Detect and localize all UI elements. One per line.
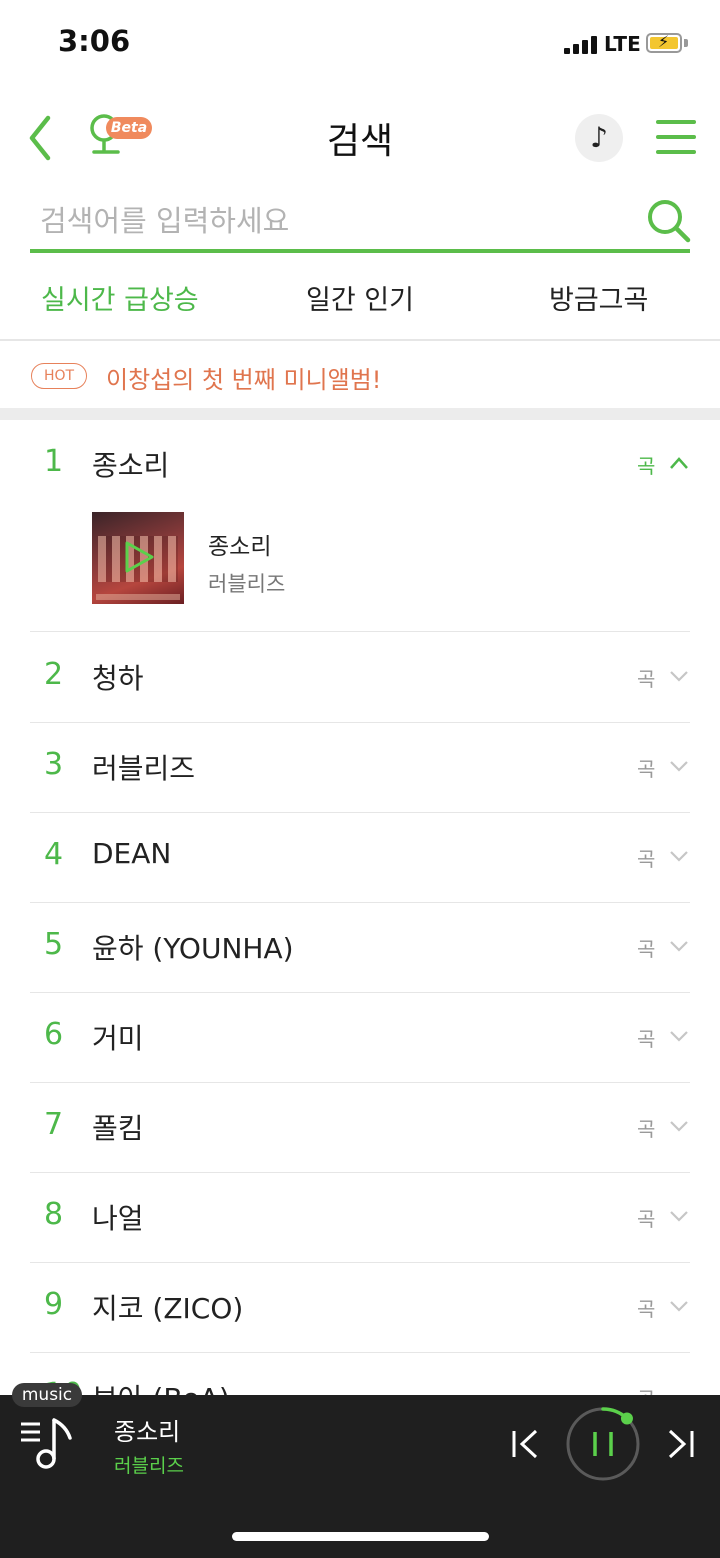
ranking-row[interactable]: 6 거미 곡: [30, 993, 690, 1083]
chevron-down-icon[interactable]: [669, 1029, 689, 1043]
rank-keyword: 폴킴: [92, 1112, 144, 1145]
rank-keyword: 윤하 (YOUNHA): [92, 932, 294, 965]
ranking-row[interactable]: 5 윤하 (YOUNHA) 곡: [30, 903, 690, 993]
rank-kind: 곡: [637, 757, 656, 781]
now-playing-artist[interactable]: 러블리즈: [114, 1451, 184, 1478]
music-note-button[interactable]: ♪: [575, 114, 623, 162]
rank-number: 3: [44, 747, 64, 782]
rank-keyword: 나얼: [92, 1202, 144, 1235]
chevron-down-icon[interactable]: [669, 1119, 689, 1133]
rank-number: 5: [44, 927, 64, 962]
now-playing-title[interactable]: 종소리: [114, 1412, 180, 1447]
rank-number: 4: [44, 837, 64, 872]
pause-button[interactable]: [565, 1406, 641, 1482]
rank-keyword: 지코 (ZICO): [92, 1292, 244, 1325]
ranking-row[interactable]: 3 러블리즈 곡: [30, 723, 690, 813]
rank-number: 2: [44, 657, 64, 692]
chevron-down-icon[interactable]: [669, 1209, 689, 1223]
next-track-icon[interactable]: [664, 1428, 696, 1460]
battery-icon: ⚡: [646, 32, 682, 53]
status-time: 3:06: [58, 24, 131, 58]
home-indicator: [232, 1532, 489, 1541]
rank-kind: 곡: [637, 1027, 656, 1051]
rank-keyword: 종소리: [92, 449, 170, 482]
rank-kind: 곡: [637, 454, 656, 478]
rank-number: 8: [44, 1197, 64, 1232]
rank-number: 9: [44, 1287, 64, 1322]
ranking-row[interactable]: 7 폴킴 곡: [30, 1083, 690, 1173]
rank-keyword: 러블리즈: [92, 752, 196, 785]
tab-just-now[interactable]: 방금그곡: [549, 278, 648, 317]
hot-banner-link[interactable]: 이창섭의 첫 번째 미니앨범!: [106, 360, 381, 395]
tabs-divider: [0, 339, 720, 341]
chevron-down-icon[interactable]: [669, 939, 689, 953]
rank-keyword: DEAN: [92, 837, 172, 870]
rank-keyword: 거미: [92, 1022, 144, 1055]
chevron-down-icon[interactable]: [669, 669, 689, 683]
ranking-row[interactable]: 1 종소리 곡 종소리 러블리즈: [30, 420, 690, 632]
rank-keyword: 청하: [92, 662, 144, 695]
song-title[interactable]: 종소리: [208, 527, 271, 561]
rank-number: 7: [44, 1107, 64, 1142]
network-label: LTE: [604, 32, 641, 56]
rank-kind: 곡: [637, 1207, 656, 1231]
menu-icon[interactable]: [656, 120, 696, 154]
rank-kind: 곡: [637, 1297, 656, 1321]
music-note-icon: ♪: [590, 121, 608, 154]
playlist-icon[interactable]: [18, 1414, 78, 1472]
search-input[interactable]: [30, 196, 650, 246]
ranking-row[interactable]: 2 청하 곡: [30, 633, 690, 723]
ranking-row[interactable]: 8 나얼 곡: [30, 1173, 690, 1263]
ranking-row[interactable]: 9 지코 (ZICO) 곡: [30, 1263, 690, 1353]
search-icon[interactable]: [646, 198, 692, 244]
rank-kind: 곡: [637, 667, 656, 691]
search-underline: [30, 249, 690, 253]
section-divider: [0, 408, 720, 420]
play-icon[interactable]: [122, 540, 156, 574]
rank-kind: 곡: [637, 847, 656, 871]
rank-kind: 곡: [637, 937, 656, 961]
ranking-row[interactable]: 4 DEAN 곡: [30, 813, 690, 903]
chevron-down-icon[interactable]: [669, 849, 689, 863]
hot-badge: HOT: [31, 363, 87, 389]
rank-number: 1: [44, 444, 64, 479]
rank-number: 6: [44, 1017, 64, 1052]
tab-realtime[interactable]: 실시간 급상승: [41, 278, 199, 317]
music-tag: music: [12, 1383, 82, 1407]
song-artist[interactable]: 러블리즈: [208, 568, 285, 598]
previous-track-icon[interactable]: [510, 1428, 542, 1460]
signal-icon: [564, 36, 598, 54]
rank-kind: 곡: [637, 1117, 656, 1141]
chevron-up-icon[interactable]: [669, 456, 689, 470]
chevron-down-icon[interactable]: [669, 1299, 689, 1313]
battery-tip: [684, 39, 688, 47]
tab-daily[interactable]: 일간 인기: [306, 278, 414, 317]
chevron-down-icon[interactable]: [669, 759, 689, 773]
